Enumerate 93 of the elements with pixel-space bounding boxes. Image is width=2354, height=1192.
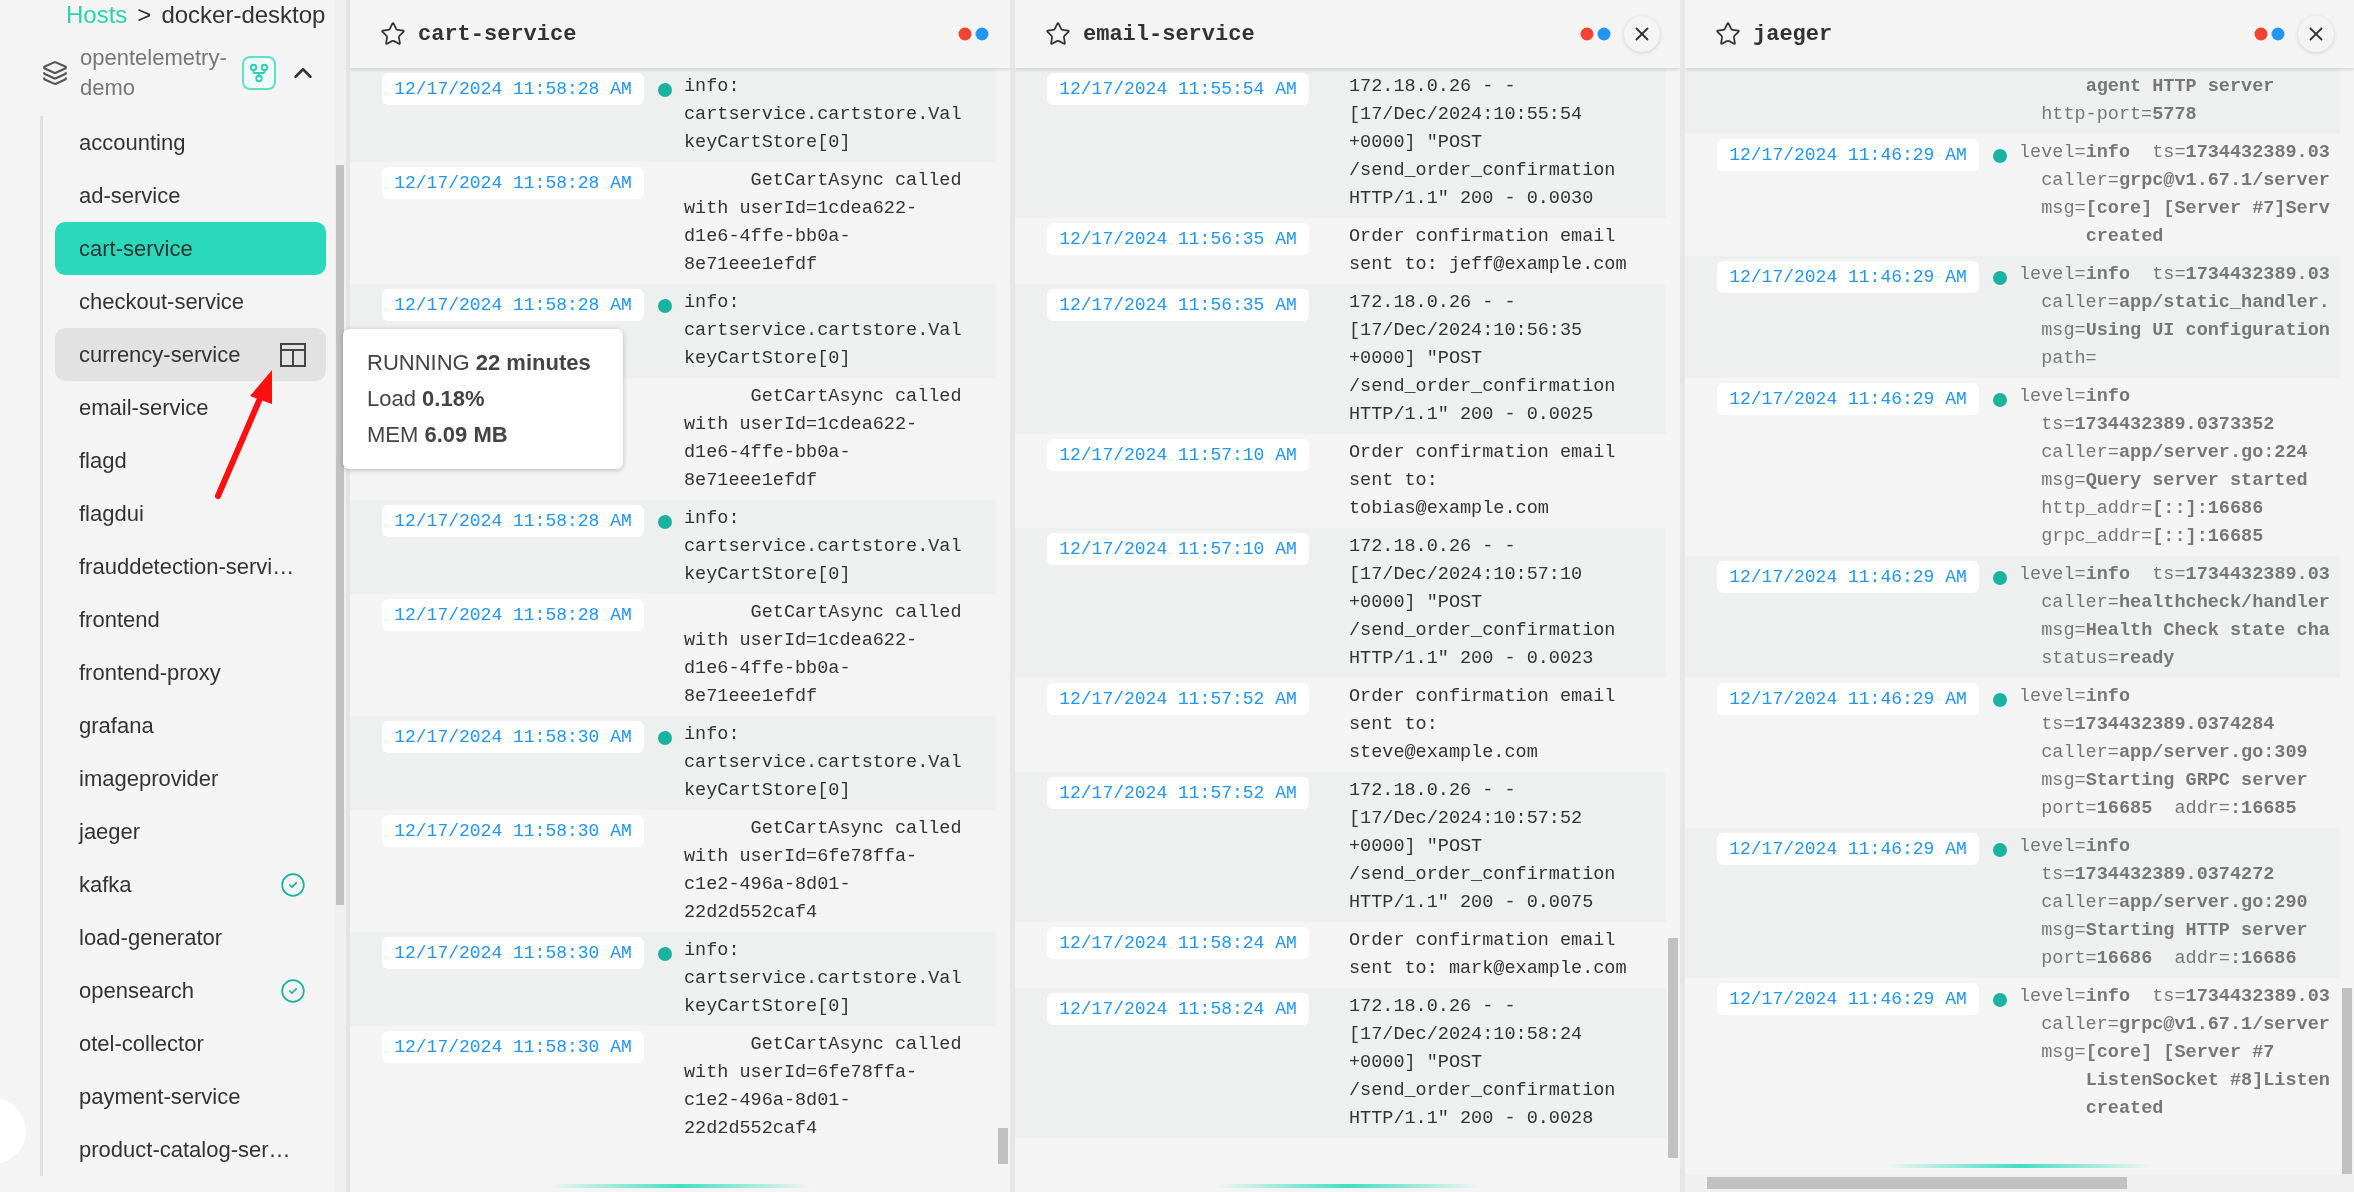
timestamp: 12/17/2024 11:56:35 AM <box>1047 289 1309 321</box>
log-message: level=info ts=1734432389.0374272 caller=app/server.go:290 msg=Starting HTTP server port=16686 addr=:16686 <box>2019 835 2309 971</box>
sidebar-item[interactable]: currency-service <box>55 328 326 381</box>
timestamp: 12/17/2024 11:58:28 AM <box>382 289 644 321</box>
log-message: level=info ts=1734432389.03 caller=app/static_handler. msg=Using UI configuration path= <box>2019 263 2331 371</box>
timestamp: 12/17/2024 11:58:28 AM <box>382 505 644 537</box>
log-message: level=info ts=1734432389.03 caller=grpc@v1.67.1/server msg=[core] [Server #7 ListenSocket #8]Listen created <box>2019 985 2331 1121</box>
scrollbar[interactable] <box>334 0 346 1192</box>
sidebar-item[interactable]: ad-service <box>55 169 326 222</box>
star-icon[interactable] <box>1045 21 1071 47</box>
timestamp: 12/17/2024 11:58:28 AM <box>382 599 644 631</box>
timestamp: 12/17/2024 11:58:28 AM <box>382 73 644 105</box>
timestamp: 12/17/2024 11:57:52 AM <box>1047 777 1309 809</box>
sidebar-item[interactable]: accounting <box>55 116 326 169</box>
tooltip-text: RUNNING 22 minutes <box>367 349 592 377</box>
log-message: GetCartAsync called with userId=6fe78ffa- c1e2-496a-8d01- 22d2d552caf4 <box>684 1033 963 1141</box>
timestamp: 12/17/2024 11:58:30 AM <box>382 815 644 847</box>
timestamp: 12/17/2024 11:46:29 AM <box>1717 261 1979 293</box>
sidebar-item[interactable]: product-catalog-ser… <box>55 1123 326 1176</box>
status-dots-icon <box>958 27 990 41</box>
sidebar-item[interactable]: load-generator <box>55 911 326 964</box>
star-icon[interactable] <box>380 21 406 47</box>
sidebar-item[interactable]: frontend <box>55 593 326 646</box>
log-message: 172.18.0.26 - - [17/Dec/2024:10:55:54 +0000] "POST /send_order_confirmation HTTP/1.1" 200 - 0.0030 <box>1349 75 1617 211</box>
breadcrumb-current: docker-desktop <box>161 1 326 29</box>
log-message: GetCartAsync called with userId=1cdea622- d1e6-4ffe-bb0a- 8e71eee1efdf <box>684 169 963 277</box>
sidebar-item[interactable]: otel-collector <box>55 1017 326 1070</box>
panel-title: jaeger <box>1753 21 1834 47</box>
log-message: Order confirmation email sent to: jeff@example.com <box>1349 225 1628 277</box>
log-message: agent HTTP server http-port=5778 <box>2040 75 2276 127</box>
sidebar-item[interactable]: kafka <box>55 858 326 911</box>
status-dots-icon <box>1580 27 1612 41</box>
log-message: Order confirmation email sent to: tobias@example.com <box>1349 441 1617 521</box>
close-button[interactable] <box>2298 16 2334 52</box>
timestamp: 12/17/2024 11:55:54 AM <box>1047 73 1309 105</box>
timestamp: 12/17/2024 11:58:24 AM <box>1047 993 1309 1025</box>
log-message: Order confirmation email sent to: mark@example.com <box>1349 929 1628 981</box>
timestamp: 12/17/2024 11:57:52 AM <box>1047 683 1309 715</box>
sidebar-item[interactable]: email-service <box>55 381 326 434</box>
timestamp: 12/17/2024 11:58:30 AM <box>382 721 644 753</box>
status-dots-icon <box>2254 27 2286 41</box>
log-message: 172.18.0.26 - - [17/Dec/2024:10:58:24 +0000] "POST /send_order_confirmation HTTP/1.1" 200 - 0.0028 <box>1349 995 1617 1131</box>
layers-icon <box>42 60 68 86</box>
log-message: info: cartservice.cartstore.Val keyCartStore[0] <box>684 507 963 587</box>
timestamp: 12/17/2024 11:56:35 AM <box>1047 223 1309 255</box>
timestamp: 12/17/2024 11:46:29 AM <box>1717 683 1979 715</box>
horizontal-scrollbar[interactable] <box>1685 1174 2354 1192</box>
panel-title: email-service <box>1083 21 1256 47</box>
log-message: info: cartservice.cartstore.Val keyCartStore[0] <box>684 939 963 1019</box>
sidebar-item[interactable]: flagdui <box>55 487 326 540</box>
timestamp: 12/17/2024 11:46:29 AM <box>1717 833 1979 865</box>
sidebar-item[interactable]: cart-service <box>55 222 326 275</box>
sidebar-item[interactable]: payment-service <box>55 1070 326 1123</box>
star-icon[interactable] <box>1715 21 1741 47</box>
breadcrumb-separator: > <box>137 1 152 29</box>
timestamp: 12/17/2024 11:46:29 AM <box>1717 139 1979 171</box>
log-message: GetCartAsync called with userId=6fe78ffa- c1e2-496a-8d01- 22d2d552caf4 <box>684 817 963 925</box>
log-message: info: cartservice.cartstore.Val keyCartStore[0] <box>684 75 963 155</box>
timestamp: 12/17/2024 11:57:10 AM <box>1047 439 1309 471</box>
log-message: level=info ts=1734432389.0374284 caller=app/server.go:309 msg=Starting GRPC server port=16685 addr=:16685 <box>2019 685 2309 821</box>
sidebar-item[interactable]: opensearch <box>55 964 326 1017</box>
log-message: level=info ts=1734432389.03 caller=grpc@v1.67.1/server msg=[core] [Server #7]Serv created <box>2019 141 2331 249</box>
layout-icon[interactable] <box>280 342 306 367</box>
log-message: info: cartservice.cartstore.Val keyCartStore[0] <box>684 723 963 803</box>
sidebar-item[interactable]: checkout-service <box>55 275 326 328</box>
log-message: level=info ts=1734432389.0373352 caller=app/server.go:224 msg=Query server started http_addr=[::]:16686 grpc_addr=[::]:16685 <box>2019 385 2309 549</box>
log-message: 172.18.0.26 - - [17/Dec/2024:10:56:35 +0000] "POST /send_order_confirmation HTTP/1.1" 200 - 0.0025 <box>1349 291 1617 427</box>
timestamp: 12/17/2024 11:46:29 AM <box>1717 383 1979 415</box>
panel-title: cart-service <box>418 21 578 47</box>
timestamp: 12/17/2024 11:58:28 AM <box>382 167 644 199</box>
sidebar-item[interactable]: jaeger <box>55 805 326 858</box>
log-message: GetCartAsync called with userId=1cdea622- d1e6-4ffe-bb0a- 8e71eee1efdf <box>684 385 963 493</box>
tooltip-text: MEM 6.09 MB <box>367 421 509 449</box>
log-message: 172.18.0.26 - - [17/Dec/2024:10:57:52 +0000] "POST /send_order_confirmation HTTP/1.1" 200 - 0.0075 <box>1349 779 1617 915</box>
timestamp: 12/17/2024 11:58:30 AM <box>382 1031 644 1063</box>
timestamp: 12/17/2024 11:58:30 AM <box>382 937 644 969</box>
sidebar-item[interactable]: flagd <box>55 434 326 487</box>
sidebar-item[interactable]: grafana <box>55 699 326 752</box>
group-name[interactable]: opentelemetry-demo <box>80 43 230 103</box>
log-message: 172.18.0.26 - - [17/Dec/2024:10:57:10 +0000] "POST /send_order_confirmation HTTP/1.1" 200 - 0.0023 <box>1349 535 1617 671</box>
sidebar-item[interactable]: frontend-proxy <box>55 646 326 699</box>
log-message: level=info ts=1734432389.03 caller=healthcheck/handler msg=Health Check state cha status=ready <box>2019 563 2331 671</box>
tooltip-text: Load 0.18% <box>367 385 486 413</box>
log-message: Order confirmation email sent to: steve@example.com <box>1349 685 1617 765</box>
timestamp: 12/17/2024 11:46:29 AM <box>1717 561 1979 593</box>
log-message: GetCartAsync called with userId=1cdea622- d1e6-4ffe-bb0a- 8e71eee1efdf <box>684 601 963 709</box>
close-button[interactable] <box>1624 16 1660 52</box>
timestamp: 12/17/2024 11:46:29 AM <box>1717 983 1979 1015</box>
log-message: info: cartservice.cartstore.Val keyCartStore[0] <box>684 291 963 371</box>
timestamp: 12/17/2024 11:57:10 AM <box>1047 533 1309 565</box>
timestamp: 12/17/2024 11:58:24 AM <box>1047 927 1309 959</box>
sidebar-item[interactable]: imageprovider <box>55 752 326 805</box>
sidebar-item[interactable]: frauddetection-servi… <box>55 540 326 593</box>
